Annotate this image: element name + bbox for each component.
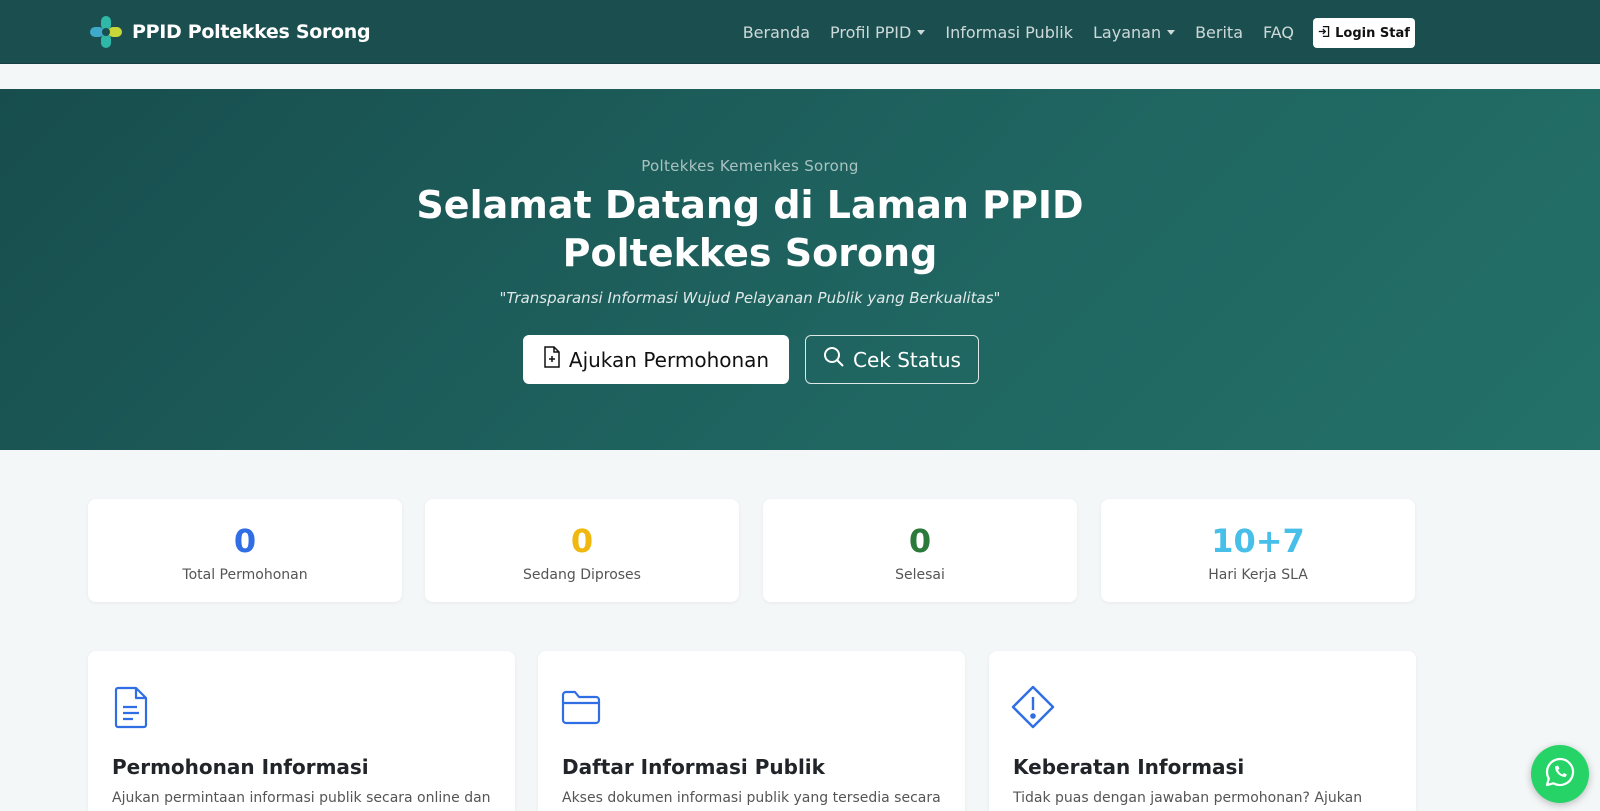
- stat-value: 10+7: [1211, 522, 1305, 560]
- stat-value: 0: [908, 522, 932, 560]
- document-icon: [110, 685, 154, 729]
- stat-card-hari-kerja-sla: 10+7 Hari Kerja SLA: [1101, 499, 1415, 602]
- nav-item-label: Beranda: [742, 22, 811, 42]
- stat-value: 0: [570, 522, 594, 560]
- feature-title: Daftar Informasi Publik: [562, 755, 825, 779]
- file-plus-icon: [543, 346, 561, 373]
- whatsapp-icon: [1544, 756, 1576, 792]
- hero-section: Poltekkes Kemenkes Sorong Selamat Datang…: [0, 89, 1600, 450]
- cek-status-label: Cek Status: [853, 347, 961, 372]
- nav-item-label: FAQ: [1263, 22, 1294, 42]
- nav-item-layanan[interactable]: Layanan: [1083, 23, 1185, 42]
- caret-down-icon: [917, 29, 926, 35]
- stat-card-sedang-diproses: 0 Sedang Diproses: [425, 499, 739, 602]
- folder-icon: [560, 685, 604, 729]
- stat-card-selesai: 0 Selesai: [763, 499, 1077, 602]
- stat-value: 0: [233, 522, 257, 560]
- hero-subtitle: Poltekkes Kemenkes Sorong: [641, 157, 859, 175]
- cek-status-button[interactable]: Cek Status: [805, 335, 979, 384]
- brand-name: PPID Poltekkes Sorong: [132, 21, 371, 43]
- nav-item-faq[interactable]: FAQ: [1253, 23, 1304, 42]
- nav-item-label: Profil PPID: [830, 22, 912, 42]
- feature-card-daftar-informasi-publik[interactable]: Daftar Informasi Publik Akses dokumen in…: [538, 651, 965, 811]
- hero-title-line-1: Selamat Datang di Laman PPID: [416, 183, 1084, 227]
- warning-diamond-icon: [1011, 685, 1055, 729]
- hero-title: Selamat Datang di Laman PPID Poltekkes S…: [0, 181, 1500, 277]
- feature-card-keberatan-informasi[interactable]: Keberatan Informasi Tidak puas dengan ja…: [989, 651, 1416, 811]
- nav-item-profil-ppid[interactable]: Profil PPID: [820, 23, 935, 42]
- feature-description: Tidak puas dengan jawaban permohonan? Aj…: [1013, 790, 1363, 806]
- search-icon: [823, 346, 845, 373]
- top-spacer: [0, 64, 1600, 89]
- feature-card-permohonan-informasi[interactable]: Permohonan Informasi Ajukan permintaan i…: [88, 651, 515, 811]
- navbar: PPID Poltekkes Sorong Beranda Profil PPI…: [0, 0, 1600, 64]
- nav-item-label: Layanan: [1093, 22, 1162, 42]
- stat-card-total-permohonan: 0 Total Permohonan: [88, 499, 402, 602]
- feature-title: Keberatan Informasi: [1013, 755, 1245, 779]
- feature-title: Permohonan Informasi: [112, 755, 369, 779]
- stat-label: Hari Kerja SLA: [1208, 567, 1308, 583]
- caret-down-icon: [1167, 29, 1176, 35]
- nav-item-berita[interactable]: Berita: [1185, 23, 1253, 42]
- stat-label: Sedang Diproses: [523, 567, 641, 583]
- nav-item-informasi-publik[interactable]: Informasi Publik: [935, 23, 1083, 42]
- brand-logo-icon: [88, 14, 124, 50]
- hero-title-line-2: Poltekkes Sorong: [562, 231, 938, 275]
- stat-label: Total Permohonan: [182, 567, 308, 583]
- feature-description: Ajukan permintaan informasi publik secar…: [112, 790, 491, 806]
- login-icon: [1318, 25, 1331, 42]
- login-staf-button[interactable]: Login Staf: [1313, 18, 1415, 48]
- nav-item-label: Informasi Publik: [945, 22, 1073, 42]
- ajukan-permohonan-label: Ajukan Permohonan: [568, 347, 770, 372]
- nav-item-label: Berita: [1195, 22, 1243, 42]
- stat-label: Selesai: [895, 567, 945, 583]
- nav-item-beranda[interactable]: Beranda: [733, 23, 820, 42]
- main-nav: Beranda Profil PPID Informasi Publik Lay…: [733, 0, 1304, 64]
- login-staf-label: Login Staf: [1335, 25, 1410, 41]
- brand[interactable]: PPID Poltekkes Sorong: [88, 14, 371, 50]
- feature-description: Akses dokumen informasi publik yang ters…: [562, 790, 941, 806]
- whatsapp-button[interactable]: [1531, 745, 1589, 803]
- ajukan-permohonan-button[interactable]: Ajukan Permohonan: [523, 335, 789, 384]
- hero-tagline: "Transparansi Informasi Wujud Pelayanan …: [499, 289, 1001, 307]
